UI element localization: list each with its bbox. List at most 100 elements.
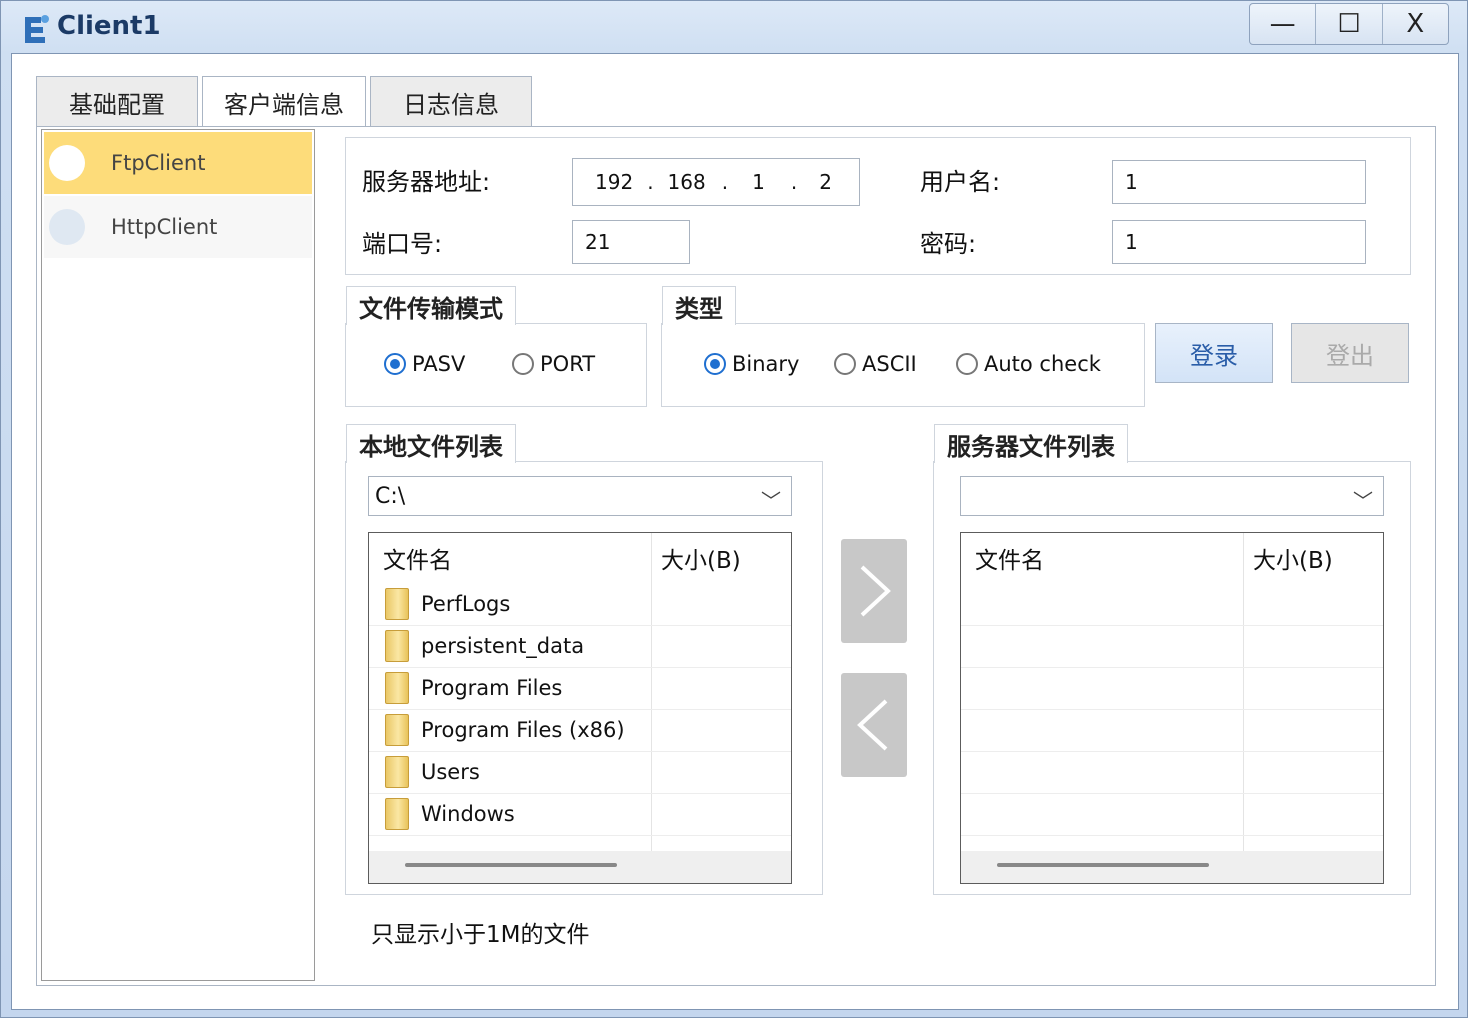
client-type-list: FtpClient HttpClient bbox=[41, 129, 315, 981]
radio-unchecked-icon bbox=[512, 353, 534, 375]
port-field[interactable]: 21 bbox=[572, 220, 690, 264]
list-row-empty bbox=[961, 583, 1383, 626]
chevron-down-icon: ﹀ bbox=[1353, 489, 1373, 513]
server-address-label: 服务器地址: bbox=[362, 168, 491, 196]
username-field[interactable]: 1 bbox=[1112, 160, 1366, 204]
radio-binary[interactable]: Binary bbox=[704, 352, 799, 376]
radio-unchecked-icon bbox=[956, 353, 978, 375]
app-icon bbox=[25, 15, 49, 43]
file-name: persistent_data bbox=[421, 634, 585, 658]
horizontal-scrollbar[interactable] bbox=[369, 851, 791, 883]
window-title: Client1 bbox=[57, 11, 161, 41]
tab-label: 日志信息 bbox=[403, 90, 499, 119]
radio-unchecked-icon bbox=[834, 353, 856, 375]
tab-label: 客户端信息 bbox=[224, 90, 344, 119]
local-file-group: 本地文件列表 C:\ ﹀ 文件名 大小(B) PerfLogs persiste… bbox=[345, 424, 823, 895]
list-item[interactable]: Windows bbox=[369, 793, 791, 836]
tab-panel: FtpClient HttpClient 服务器地址: 192 . 168 . … bbox=[36, 126, 1436, 986]
logout-button[interactable]: 登出 bbox=[1291, 323, 1409, 383]
server-path-dropdown[interactable]: ﹀ bbox=[960, 476, 1384, 516]
password-field[interactable]: 1 bbox=[1112, 220, 1366, 264]
ip-address-field[interactable]: 192 . 168 . 1 . 2 bbox=[572, 158, 860, 206]
radio-auto-check[interactable]: Auto check bbox=[956, 352, 1101, 376]
transfer-mode-group: 文件传输模式 PASV PORT bbox=[345, 286, 647, 407]
column-header-size[interactable]: 大小(B) bbox=[1253, 533, 1333, 583]
username-label: 用户名: bbox=[920, 168, 1001, 196]
title-bar[interactable]: Client1 — ☐ X bbox=[1, 1, 1467, 55]
tab-client-info[interactable]: 客户端信息 bbox=[202, 76, 366, 127]
folder-icon bbox=[385, 588, 409, 620]
transfer-mode-title: 文件传输模式 bbox=[346, 286, 516, 325]
port-label: 端口号: bbox=[362, 230, 443, 258]
upload-button[interactable] bbox=[841, 539, 907, 643]
list-row-empty bbox=[961, 625, 1383, 668]
maximize-icon: ☐ bbox=[1337, 9, 1361, 39]
radio-label: PORT bbox=[540, 352, 596, 376]
sidebar-item-label: HttpClient bbox=[111, 215, 218, 239]
app-window: Client1 — ☐ X 基础配置 客户端信息 日志信息 FtpClient … bbox=[0, 0, 1468, 1018]
list-row-empty bbox=[961, 751, 1383, 794]
file-name: Program Files bbox=[421, 676, 563, 700]
chevron-down-icon: ﹀ bbox=[761, 489, 781, 513]
file-name: Users bbox=[421, 760, 480, 784]
server-file-list[interactable]: 文件名 大小(B) bbox=[960, 532, 1384, 884]
login-button[interactable]: 登录 bbox=[1155, 323, 1273, 383]
download-button[interactable] bbox=[841, 673, 907, 777]
password-value: 1 bbox=[1125, 230, 1138, 254]
radio-pasv[interactable]: PASV bbox=[384, 352, 465, 376]
ip-octet: 192 bbox=[595, 170, 634, 194]
username-value: 1 bbox=[1125, 170, 1138, 194]
file-name: PerfLogs bbox=[421, 592, 511, 616]
tab-strip: 基础配置 客户端信息 日志信息 bbox=[36, 76, 536, 128]
radio-ascii[interactable]: ASCII bbox=[834, 352, 917, 376]
file-name: Windows bbox=[421, 802, 515, 826]
minimize-button[interactable]: — bbox=[1250, 4, 1317, 44]
list-row-empty bbox=[961, 667, 1383, 710]
sidebar-item-label: FtpClient bbox=[111, 151, 206, 175]
tab-label: 基础配置 bbox=[69, 90, 165, 119]
list-item[interactable]: Program Files (x86) bbox=[369, 709, 791, 752]
connection-settings: 服务器地址: 192 . 168 . 1 . 2 用户名: 1 端口号: 21 … bbox=[345, 137, 1411, 275]
status-dot-icon bbox=[49, 209, 85, 245]
tab-log-info[interactable]: 日志信息 bbox=[370, 76, 532, 127]
list-item[interactable]: Program Files bbox=[369, 667, 791, 710]
radio-label: Binary bbox=[732, 352, 800, 376]
size-filter-note: 只显示小于1M的文件 bbox=[371, 922, 590, 948]
radio-port[interactable]: PORT bbox=[512, 352, 595, 376]
list-item[interactable]: Users bbox=[369, 751, 791, 794]
type-title: 类型 bbox=[662, 286, 736, 325]
scrollbar-thumb[interactable] bbox=[405, 863, 617, 867]
folder-icon bbox=[385, 630, 409, 662]
list-row-empty bbox=[961, 793, 1383, 836]
ip-octet: 168 bbox=[667, 170, 706, 194]
list-item[interactable]: PerfLogs bbox=[369, 583, 791, 626]
window-controls: — ☐ X bbox=[1249, 3, 1449, 45]
ip-dot: . bbox=[647, 170, 654, 194]
column-header-size[interactable]: 大小(B) bbox=[661, 533, 741, 583]
password-label: 密码: bbox=[920, 230, 977, 258]
server-file-title: 服务器文件列表 bbox=[934, 424, 1128, 463]
radio-checked-icon bbox=[384, 353, 406, 375]
maximize-button[interactable]: ☐ bbox=[1316, 4, 1383, 44]
port-value: 21 bbox=[585, 230, 611, 254]
status-dot-icon bbox=[49, 145, 85, 181]
horizontal-scrollbar[interactable] bbox=[961, 851, 1383, 883]
sidebar-item-httpclient[interactable]: HttpClient bbox=[44, 196, 312, 258]
chevron-left-icon bbox=[857, 699, 888, 751]
server-file-group: 服务器文件列表 ﹀ 文件名 大小(B) bbox=[933, 424, 1411, 895]
column-header-name[interactable]: 文件名 bbox=[383, 533, 452, 583]
list-item[interactable]: persistent_data bbox=[369, 625, 791, 668]
sidebar-item-ftpclient[interactable]: FtpClient bbox=[44, 132, 312, 194]
folder-icon bbox=[385, 672, 409, 704]
folder-icon bbox=[385, 756, 409, 788]
radio-label: Auto check bbox=[984, 352, 1101, 376]
column-header-name[interactable]: 文件名 bbox=[975, 533, 1044, 583]
tab-basic-config[interactable]: 基础配置 bbox=[36, 76, 198, 127]
minimize-icon: — bbox=[1269, 9, 1296, 39]
folder-icon bbox=[385, 798, 409, 830]
local-path-dropdown[interactable]: C:\ ﹀ bbox=[368, 476, 792, 516]
local-file-list[interactable]: 文件名 大小(B) PerfLogs persistent_data Progr… bbox=[368, 532, 792, 884]
close-button[interactable]: X bbox=[1383, 4, 1448, 44]
radio-label: PASV bbox=[412, 352, 466, 376]
scrollbar-thumb[interactable] bbox=[997, 863, 1209, 867]
